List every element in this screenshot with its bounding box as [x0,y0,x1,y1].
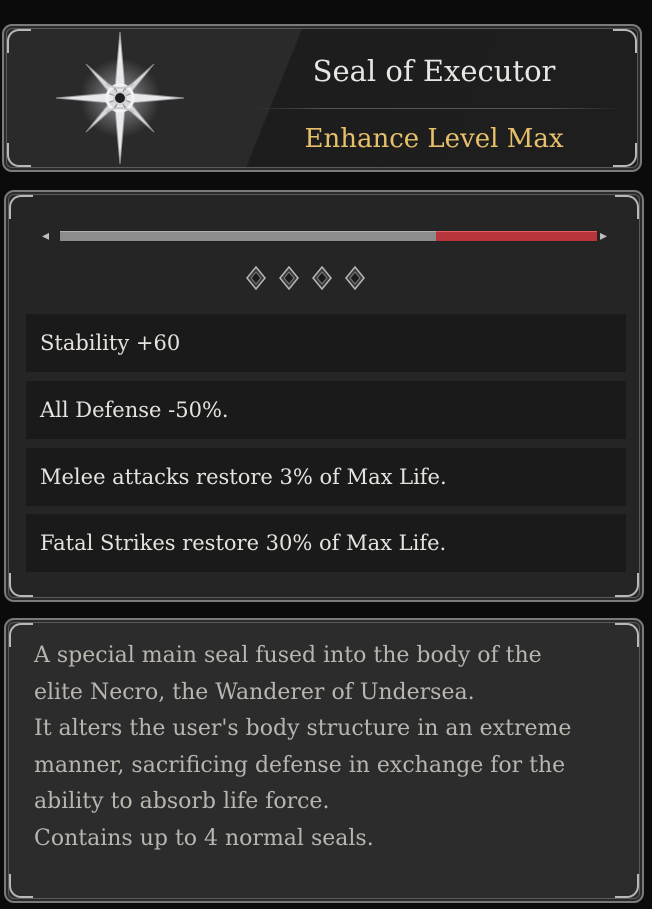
description-panel: A special main seal fused into the body … [4,618,644,903]
seal-slot-row [246,265,376,291]
frame-corner [9,573,33,597]
frame-corner [9,195,33,219]
enhance-progress-fill [435,231,597,241]
title-divider [252,108,622,109]
item-description: A special main seal fused into the body … [34,638,624,858]
right-arrow-icon: ▸ [600,228,608,244]
stats-panel: ◂ ▸ Stability +60 All Defense -50%. Mele… [4,190,644,602]
enhance-level-label: Enhance Level Max [304,124,564,154]
frame-corner [7,29,31,53]
description-line: manner, sacrificing defense in exchange … [34,752,566,778]
description-line: Contains up to 4 normal seals. [34,825,374,851]
item-name: Seal of Executor [312,54,556,88]
frame-corner [615,195,639,219]
empty-seal-slot-icon [345,265,365,291]
description-line: elite Necro, the Wanderer of Undersea. [34,679,475,705]
star-seal-icon [50,31,190,172]
frame-corner [615,573,639,597]
description-line: A special main seal fused into the body … [34,643,542,668]
stat-row: Stability +60 [26,314,626,372]
description-line: ability to absorb life force. [34,789,330,815]
frame-corner [9,874,33,898]
stat-row: All Defense -50%. [26,381,626,439]
empty-seal-slot-icon [279,265,299,291]
frame-corner [9,623,33,647]
item-header: Seal of Executor Enhance Level Max [2,24,642,172]
empty-seal-slot-icon [312,265,332,291]
stat-row: Fatal Strikes restore 30% of Max Life. [26,514,626,572]
stat-row: Melee attacks restore 3% of Max Life. [26,448,626,506]
left-arrow-icon: ◂ [42,228,50,244]
enhance-progress-bar [59,230,598,242]
frame-corner [613,29,637,53]
description-line: It alters the user's body structure in a… [34,716,572,742]
frame-corner [615,874,639,898]
frame-corner [7,143,31,167]
empty-seal-slot-icon [246,265,266,291]
